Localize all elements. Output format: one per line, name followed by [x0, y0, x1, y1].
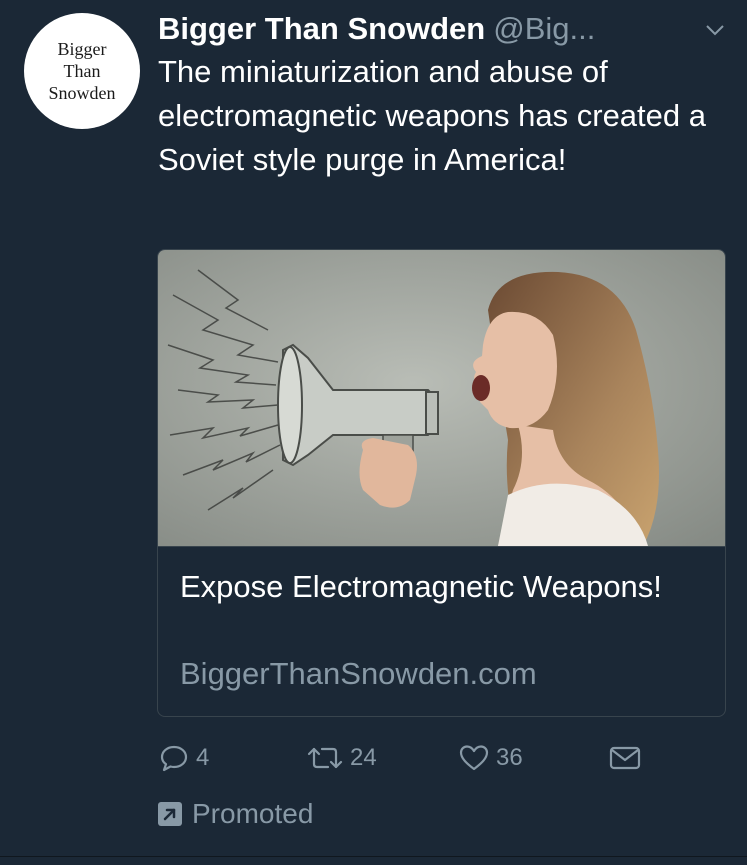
avatar-line: Snowden — [48, 83, 116, 103]
card-image[interactable] — [158, 250, 725, 547]
promoted-label[interactable]: Promoted — [158, 798, 313, 830]
display-name[interactable]: Bigger Than Snowden — [158, 11, 485, 46]
tweet-actions: 4 24 36 — [158, 742, 718, 782]
tweet-text: The miniaturization and abuse of electro… — [158, 54, 706, 177]
direct-message-button[interactable] — [608, 742, 642, 774]
promoted-arrow-icon — [158, 802, 182, 826]
promoted-tweet[interactable]: Bigger Than Snowden Bigger Than Snowden @… — [0, 0, 747, 865]
like-button[interactable]: 36 — [458, 742, 523, 774]
avatar[interactable]: Bigger Than Snowden — [24, 13, 140, 129]
avatar-line: Than — [63, 61, 101, 81]
reply-count: 4 — [196, 744, 210, 771]
reply-button[interactable]: 4 — [158, 742, 209, 774]
link-card[interactable]: Expose Electromagnetic Weapons! BiggerTh… — [157, 249, 726, 717]
user-handle[interactable]: @Big... — [493, 11, 595, 46]
like-count: 36 — [496, 744, 523, 771]
avatar-line: Bigger — [57, 39, 107, 59]
card-domain[interactable]: BiggerThanSnowden.com — [180, 654, 537, 694]
envelope-icon — [609, 746, 641, 770]
retweet-count: 24 — [350, 744, 377, 771]
chevron-down-icon[interactable] — [703, 18, 727, 42]
reply-icon — [160, 745, 188, 772]
divider — [0, 856, 747, 857]
tweet-header: Bigger Than Snowden @Big... — [158, 10, 678, 48]
retweet-button[interactable]: 24 — [306, 742, 377, 774]
heart-icon — [459, 745, 489, 771]
retweet-icon — [307, 747, 343, 769]
card-title[interactable]: Expose Electromagnetic Weapons! — [180, 566, 700, 608]
promoted-text: Promoted — [192, 798, 314, 829]
